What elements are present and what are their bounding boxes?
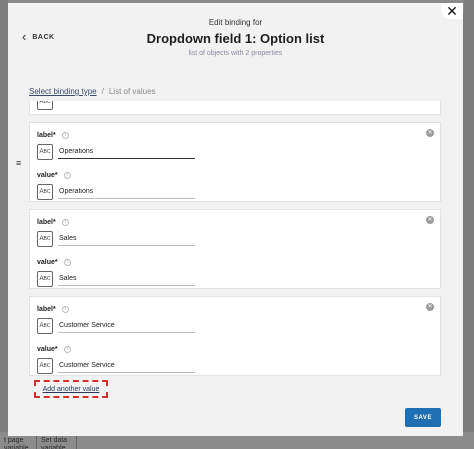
- field-label: label* i: [37, 219, 69, 226]
- value-input[interactable]: [58, 272, 195, 286]
- backdrop-left: [0, 0, 8, 449]
- label-input[interactable]: [58, 145, 195, 159]
- drag-handle-icon: ≡: [16, 158, 22, 168]
- value-input[interactable]: [58, 359, 195, 373]
- info-icon: i: [61, 132, 69, 139]
- info-icon: i: [61, 219, 69, 226]
- field-label: value* i: [37, 346, 71, 353]
- info-icon: i: [61, 306, 69, 313]
- remove-item-icon[interactable]: ✕: [426, 216, 434, 224]
- save-button[interactable]: SAVE: [405, 408, 441, 427]
- text-type-icon: A BC: [37, 101, 53, 110]
- field-label: value* i: [37, 172, 71, 179]
- backdrop-text: Set data variable: [41, 437, 68, 449]
- modal-title: Dropdown field 1: Option list: [146, 31, 325, 46]
- backdrop-right: [464, 0, 474, 449]
- field-label: value* i: [37, 259, 71, 266]
- list-item-partial: A BC: [29, 101, 441, 115]
- text-type-icon: A BC: [37, 358, 53, 374]
- text-type-icon: A BC: [37, 184, 53, 200]
- text-type-icon: A BC: [37, 231, 53, 247]
- add-another-value-link[interactable]: Add another value: [43, 386, 100, 393]
- modal-header: Edit binding for Dropdown field 1: Optio…: [8, 18, 463, 57]
- close-icon[interactable]: ✕: [441, 3, 463, 19]
- breadcrumb: Select binding type / List of values: [29, 87, 156, 96]
- field-label: label* i: [37, 132, 69, 139]
- modal-subtitle: list of objects with 2 properties: [188, 50, 283, 57]
- label-input[interactable]: [58, 232, 195, 246]
- breadcrumb-separator: /: [101, 87, 104, 96]
- backdrop-text: t page variable: [4, 437, 29, 449]
- list-item: ✕ label*i ABC value*i ABC: [29, 209, 441, 289]
- values-list[interactable]: ABC ✕ label*i ABC value*i ABC ✕ label*i …: [29, 101, 441, 379]
- text-type-icon: A BC: [37, 271, 53, 287]
- list-item: ✕ label*i ABC value*i ABC: [29, 122, 441, 202]
- list-item: ✕ label*i ABC value*i ABC: [29, 296, 441, 376]
- value-input[interactable]: [58, 185, 195, 199]
- remove-item-icon[interactable]: ✕: [426, 129, 434, 137]
- text-type-icon: A BC: [37, 144, 53, 160]
- edit-binding-modal: ✕ ‹ BACK Edit binding for Dropdown field…: [8, 3, 463, 436]
- text-type-icon: A BC: [37, 318, 53, 334]
- add-value-highlight: Add another value: [34, 380, 108, 398]
- remove-item-icon[interactable]: ✕: [426, 303, 434, 311]
- breadcrumb-current: List of values: [108, 87, 156, 96]
- field-label: label* i: [37, 306, 69, 313]
- info-icon: i: [63, 172, 71, 179]
- modal-kicker: Edit binding for: [208, 18, 263, 27]
- breadcrumb-select-binding-type[interactable]: Select binding type: [29, 87, 97, 96]
- info-icon: i: [63, 259, 71, 266]
- label-input[interactable]: [58, 319, 195, 333]
- info-icon: i: [63, 346, 71, 353]
